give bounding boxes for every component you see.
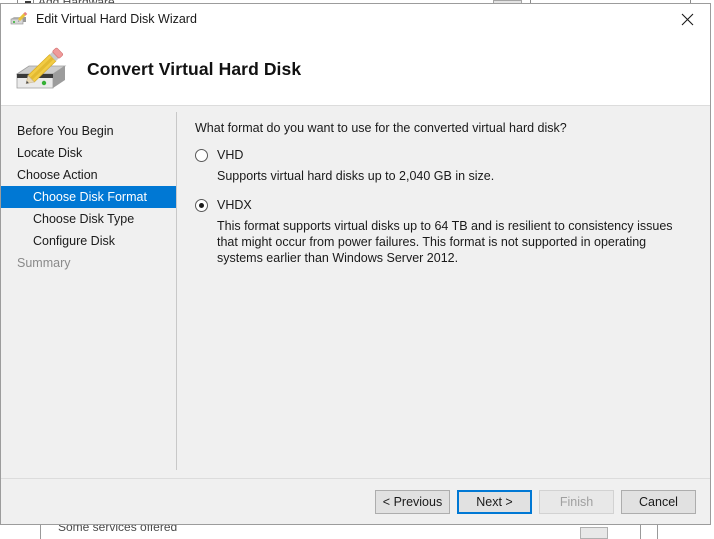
close-button[interactable] — [665, 4, 710, 34]
cancel-button[interactable]: Cancel — [621, 489, 696, 514]
next-button[interactable]: Next > — [457, 489, 532, 514]
option-vhd-label: VHD — [217, 148, 244, 162]
format-question: What format do you want to use for the c… — [195, 121, 567, 135]
option-vhdx-label: VHDX — [217, 198, 252, 212]
sidebar-item-choose-disk-type[interactable]: Choose Disk Type — [1, 208, 177, 230]
wizard-steps-sidebar: Before You Begin Locate Disk Choose Acti… — [1, 106, 177, 478]
sidebar-item-locate-disk[interactable]: Locate Disk — [1, 142, 177, 164]
wizard-header: Convert Virtual Hard Disk — [1, 34, 710, 106]
background-column-separator — [657, 525, 658, 539]
previous-button[interactable]: < Previous — [375, 489, 450, 514]
wizard-body: Before You Begin Locate Disk Choose Acti… — [1, 106, 710, 478]
radio-vhdx[interactable] — [195, 199, 208, 212]
finish-button: Finish — [539, 489, 614, 514]
edit-virtual-hard-disk-wizard-dialog: Edit Virtual Hard Disk Wizard Convert Vi… — [0, 3, 711, 525]
option-vhdx-description: This format supports virtual disks up to… — [217, 219, 673, 265]
sidebar-item-configure-disk[interactable]: Configure Disk — [1, 230, 177, 252]
background-bottom-row: Some services offered — [0, 525, 714, 539]
sidebar-item-choose-disk-format[interactable]: Choose Disk Format — [1, 186, 176, 208]
title-bar: Edit Virtual Hard Disk Wizard — [1, 4, 710, 34]
sidebar-item-before-you-begin[interactable]: Before You Begin — [1, 120, 177, 142]
virtual-hard-disk-pencil-icon — [13, 46, 73, 94]
background-column-separator — [40, 525, 41, 539]
background-column-separator — [640, 525, 641, 539]
window-title: Edit Virtual Hard Disk Wizard — [36, 12, 197, 26]
page-title: Convert Virtual Hard Disk — [87, 59, 302, 79]
sidebar-item-choose-action[interactable]: Choose Action — [1, 164, 177, 186]
wizard-footer: < Previous Next > Finish Cancel — [1, 478, 710, 524]
option-vhd-description: Supports virtual hard disks up to 2,040 … — [217, 169, 495, 183]
background-scrollbar-thumb — [580, 527, 608, 539]
background-bottom-row-label: Some services offered — [58, 525, 178, 534]
edit-virtual-hard-disk-icon — [10, 11, 28, 27]
option-vhdx[interactable]: VHDX — [195, 198, 694, 212]
wizard-content-panel: What format do you want to use for the c… — [177, 106, 710, 478]
close-icon — [681, 13, 694, 25]
radio-vhd[interactable] — [195, 149, 208, 162]
option-vhd[interactable]: VHD — [195, 148, 694, 162]
sidebar-item-summary: Summary — [17, 256, 71, 270]
